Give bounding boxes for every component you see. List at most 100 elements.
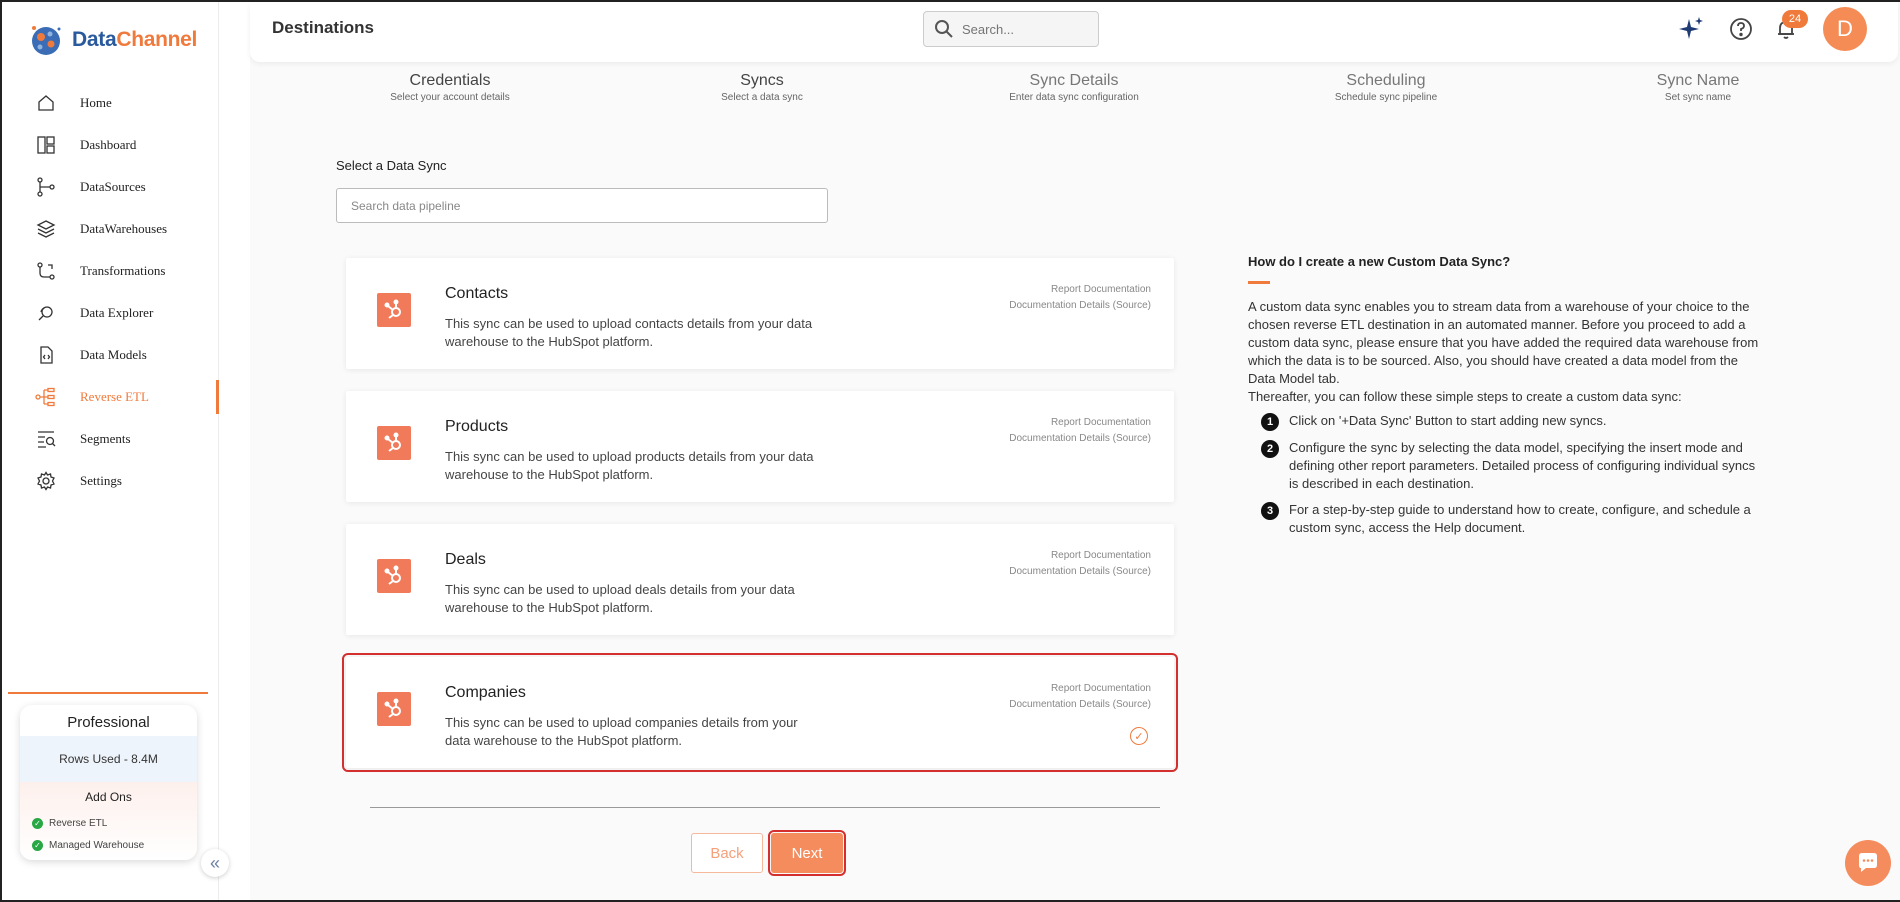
avatar[interactable]: D [1823, 7, 1867, 51]
logo[interactable]: DataChannel [26, 20, 197, 60]
check-circle-icon: ✓ [32, 839, 43, 851]
step-syncs[interactable]: Syncs Select a data sync [662, 72, 862, 103]
step-sync-details[interactable]: Sync Details Enter data sync configurati… [974, 72, 1174, 103]
global-search-input[interactable] [962, 21, 1082, 37]
ai-sparkle-button[interactable] [1677, 15, 1705, 43]
step-scheduling[interactable]: Scheduling Schedule sync pipeline [1286, 72, 1486, 103]
double-chevron-left-icon: « [209, 852, 220, 873]
sync-card-companies[interactable]: Companies This sync can be used to uploa… [342, 653, 1178, 772]
sync-card-products[interactable]: Products This sync can be used to upload… [346, 391, 1174, 502]
sidebar-item-data-explorer[interactable]: Data Explorer [2, 292, 219, 334]
report-documentation-link[interactable]: Report Documentation [1009, 282, 1151, 298]
step-desc: Schedule sync pipeline [1334, 92, 1438, 103]
step-sync-name[interactable]: Sync Name Set sync name [1598, 72, 1798, 103]
selected-check-icon: ✓ [1130, 727, 1148, 745]
chat-bubble-icon [1859, 853, 1877, 872]
main-content: Destinations 24 D Credentials Select you… [250, 2, 1900, 900]
transformations-icon [34, 259, 58, 283]
help-step: 1 Click on '+Data Sync' Button to start … [1248, 412, 1763, 431]
step-desc: Set sync name [1664, 92, 1732, 103]
search-pipeline-input[interactable] [336, 188, 828, 223]
sync-name: Deals [445, 551, 486, 568]
step-desc: Enter data sync configuration [1009, 92, 1139, 103]
hubspot-icon [377, 293, 411, 327]
sync-card-deals[interactable]: Deals This sync can be used to upload de… [346, 524, 1174, 635]
top-header: Destinations 24 D [250, 2, 1898, 62]
sparkle-icon [1679, 17, 1703, 39]
sidebar-item-label: DataWarehouses [80, 221, 168, 236]
sync-links: Report Documentation Documentation Detai… [1009, 548, 1151, 580]
sidebar-item-datasources[interactable]: DataSources [2, 166, 219, 208]
plan-divider [8, 692, 208, 694]
sync-card-contacts[interactable]: Contacts This sync can be used to upload… [346, 258, 1174, 369]
sidebar-item-dashboard[interactable]: Dashboard [2, 124, 219, 166]
documentation-details-link[interactable]: Documentation Details (Source) [1009, 564, 1151, 580]
collapse-sidebar-button[interactable]: « [201, 849, 229, 877]
help-steps: 1 Click on '+Data Sync' Button to start … [1248, 412, 1763, 537]
notification-badge: 24 [1782, 10, 1808, 28]
sync-links: Report Documentation Documentation Detai… [1009, 415, 1151, 447]
step-title: Syncs [740, 72, 784, 89]
chat-button[interactable] [1845, 840, 1891, 886]
data-models-icon [34, 343, 58, 367]
reverse-etl-icon [34, 385, 58, 409]
sidebar-item-label: Transformations [80, 263, 166, 278]
sync-description: This sync can be used to upload deals de… [445, 582, 795, 615]
next-button[interactable]: Next [768, 830, 846, 876]
documentation-details-link[interactable]: Documentation Details (Source) [1009, 298, 1151, 314]
report-documentation-link[interactable]: Report Documentation [1009, 548, 1151, 564]
sync-name: Contacts [445, 285, 509, 302]
help-step: 3 For a step-by-step guide to understand… [1248, 501, 1763, 537]
sidebar-item-label: Data Models [80, 347, 147, 362]
sidebar-item-reverse-etl[interactable]: Reverse ETL [2, 376, 219, 418]
sidebar-item-label: Dashboard [80, 137, 137, 152]
sidebar-item-segments[interactable]: Segments [2, 418, 219, 460]
gear-icon [34, 469, 58, 493]
documentation-details-link[interactable]: Documentation Details (Source) [1009, 431, 1151, 447]
select-data-sync-label: Select a Data Sync [336, 158, 447, 173]
report-documentation-link[interactable]: Report Documentation [1009, 681, 1151, 697]
step-number-icon: 1 [1261, 413, 1279, 431]
help-step-text: Click on '+Data Sync' Button to start ad… [1289, 413, 1607, 428]
addons-section: Add Ons ✓ Reverse ETL ✓ Managed Warehous… [20, 782, 197, 860]
sidebar-item-datawarehouses[interactable]: DataWarehouses [2, 208, 219, 250]
sync-name: Companies [445, 684, 526, 701]
help-button[interactable] [1727, 15, 1755, 43]
sidebar-item-label: Home [80, 95, 112, 110]
brand-name-part2: Channel [116, 28, 198, 51]
help-title: How do I create a new Custom Data Sync? [1248, 254, 1511, 269]
sidebar-nav: Home Dashboard DataSources DataWarehouse… [2, 82, 219, 502]
help-circle-icon [1730, 18, 1752, 40]
brand-name-part1: Data [72, 28, 117, 51]
sidebar-item-transformations[interactable]: Transformations [2, 250, 219, 292]
help-step: 2 Configure the sync by selecting the da… [1248, 439, 1763, 493]
step-desc: Select your account details [390, 92, 510, 103]
step-title: Sync Name [1656, 72, 1740, 89]
sidebar-item-data-models[interactable]: Data Models [2, 334, 219, 376]
check-circle-icon: ✓ [32, 817, 43, 829]
documentation-details-link[interactable]: Documentation Details (Source) [1009, 697, 1151, 713]
help-step-text: Configure the sync by selecting the data… [1289, 440, 1756, 491]
sync-description: This sync can be used to upload products… [445, 449, 814, 482]
addon-label: Reverse ETL [49, 817, 108, 829]
plan-card: Professional Rows Used - 8.4M Add Ons ✓ … [20, 705, 197, 860]
sidebar-item-home[interactable]: Home [2, 82, 219, 124]
help-step-text: For a step-by-step guide to understand h… [1289, 502, 1751, 535]
search-icon [935, 20, 953, 38]
segments-icon [34, 427, 58, 451]
global-search [923, 11, 1099, 47]
sidebar-item-label: Data Explorer [80, 305, 154, 320]
step-title: Sync Details [1029, 72, 1119, 89]
sidebar-item-label: DataSources [80, 179, 146, 194]
step-credentials[interactable]: Credentials Select your account details [350, 72, 550, 103]
sidebar-item-settings[interactable]: Settings [2, 460, 219, 502]
sync-links: Report Documentation Documentation Detai… [1009, 681, 1151, 713]
rows-used: Rows Used - 8.4M [20, 736, 197, 782]
sidebar-item-label: Reverse ETL [80, 389, 149, 404]
report-documentation-link[interactable]: Report Documentation [1009, 415, 1151, 431]
back-button[interactable]: Back [691, 833, 763, 873]
addons-title: Add Ons [85, 790, 132, 804]
step-number-icon: 3 [1261, 502, 1279, 520]
footer-divider [370, 807, 1160, 808]
dashboard-icon [34, 133, 58, 157]
